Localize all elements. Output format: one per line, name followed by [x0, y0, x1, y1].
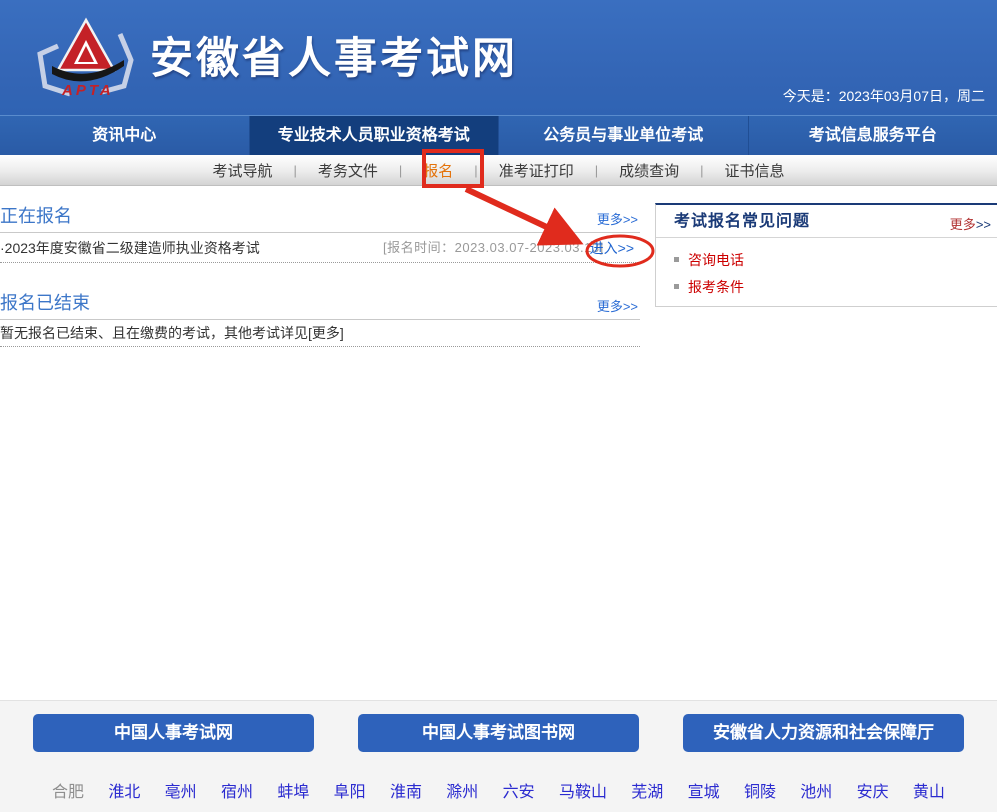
exam-list-item: ·2023年度安徽省二级建造师执业资格考试 [报名时间：2023.03.07-2… — [0, 233, 640, 263]
city-link-bengbu[interactable]: 蚌埠 — [277, 778, 309, 802]
city-link-chizhou[interactable]: 池州 — [800, 778, 832, 802]
city-link-hefei[interactable]: 合肥 — [52, 778, 84, 802]
page: APTA 安徽省人事考试网 今天是：2023年03月07日，周二 资讯中心 专业… — [0, 0, 997, 812]
exam-registration-time: [报名时间：2023.03.07-2023.03.13] — [383, 233, 604, 263]
city-link-xuancheng[interactable]: 宣城 — [688, 778, 720, 802]
svg-text:APTA: APTA — [61, 82, 114, 99]
registering-section-header: 正在报名 更多>> — [0, 201, 640, 233]
faq-item: 咨询电话 — [674, 246, 997, 273]
site-header: APTA 安徽省人事考试网 今天是：2023年03月07日，周二 — [0, 0, 997, 115]
closed-empty-text: 暂无报名已结束、且在缴费的考试，其他考试详见[更多] — [0, 320, 640, 347]
faq-panel: 考试报名常见问题 更多>> 咨询电话 报考条件 — [655, 203, 997, 307]
square-bullet-icon — [674, 257, 679, 262]
nav-item-news-center[interactable]: 资讯中心 — [0, 116, 249, 155]
registering-title: 正在报名 — [0, 201, 640, 231]
left-column: 正在报名 更多>> ·2023年度安徽省二级建造师执业资格考试 [报名时间：20… — [0, 201, 640, 347]
footer-buttons: 中国人事考试网 中国人事考试图书网 安徽省人力资源和社会保障厅 — [0, 701, 997, 752]
city-link-tongling[interactable]: 铜陵 — [744, 778, 776, 802]
city-link-suzhou[interactable]: 宿州 — [221, 778, 253, 802]
city-link-chuzhou[interactable]: 滁州 — [446, 778, 478, 802]
city-link-anqing[interactable]: 安庆 — [857, 778, 889, 802]
city-link-huaibei[interactable]: 淮北 — [108, 778, 140, 802]
closed-section-header: 报名已结束 更多>> — [0, 288, 640, 320]
site-footer: 中国人事考试网 中国人事考试图书网 安徽省人力资源和社会保障厅 合肥 淮北 亳州… — [0, 700, 997, 812]
faq-title: 考试报名常见问题 — [674, 205, 997, 238]
footer-button-china-exam-books-net[interactable]: 中国人事考试图书网 — [358, 714, 639, 752]
subnav-separator: | — [700, 163, 703, 178]
nav-item-service-platform[interactable]: 考试信息服务平台 — [748, 116, 997, 155]
city-link-huainan[interactable]: 淮南 — [390, 778, 422, 802]
nav-item-civil-servant[interactable]: 公务员与事业单位考试 — [498, 116, 748, 155]
site-logo[interactable]: APTA — [28, 10, 142, 102]
faq-more-word: 更多 — [950, 217, 976, 232]
exam-name-link[interactable]: ·2023年度安徽省二级建造师执业资格考试 — [0, 240, 260, 256]
date-text: 今天是：2023年03月07日，周二 — [783, 86, 985, 106]
subnav-exam-documents[interactable]: 考务文件 — [314, 160, 382, 181]
subnav-separator: | — [474, 163, 477, 178]
faq-more-arrows: >> — [976, 217, 991, 232]
footer-button-anhui-hr-department[interactable]: 安徽省人力资源和社会保障厅 — [683, 714, 964, 752]
main-nav: 资讯中心 专业技术人员职业资格考试 公务员与事业单位考试 考试信息服务平台 — [0, 115, 997, 155]
registering-more-link[interactable]: 更多>> — [597, 209, 638, 228]
faq-link-consultation-phone[interactable]: 咨询电话 — [688, 250, 744, 270]
footer-button-china-exam-net[interactable]: 中国人事考试网 — [33, 714, 314, 752]
city-links: 合肥 淮北 亳州 宿州 蚌埠 阜阳 淮南 滁州 六安 马鞍山 芜湖 宣城 铜陵 … — [52, 778, 945, 802]
city-link-wuhu[interactable]: 芜湖 — [631, 778, 663, 802]
subnav-certificate-info[interactable]: 证书信息 — [721, 160, 789, 181]
exam-enter-link[interactable]: 进入>> — [590, 233, 634, 263]
site-title: 安徽省人事考试网 — [150, 24, 518, 86]
apta-logo-icon: APTA — [28, 10, 142, 102]
faq-item: 报考条件 — [674, 273, 997, 300]
subnav-score-query[interactable]: 成绩查询 — [615, 160, 683, 181]
subnav-separator: | — [293, 163, 296, 178]
closed-more-link[interactable]: 更多>> — [597, 296, 638, 315]
faq-list: 咨询电话 报考条件 — [656, 238, 997, 302]
faq-header: 考试报名常见问题 更多>> — [656, 205, 997, 238]
subnav-separator: | — [399, 163, 402, 178]
nav-item-professional-qualification[interactable]: 专业技术人员职业资格考试 — [249, 116, 499, 155]
spacer — [0, 263, 640, 288]
faq-more-link[interactable]: 更多>> — [950, 214, 991, 233]
faq-link-application-conditions[interactable]: 报考条件 — [688, 277, 744, 297]
subnav-admission-ticket-print[interactable]: 准考证打印 — [495, 160, 578, 181]
city-link-huangshan[interactable]: 黄山 — [913, 778, 945, 802]
sub-nav: 考试导航 | 考务文件 | 报名 | 准考证打印 | 成绩查询 | 证书信息 — [0, 155, 997, 186]
subnav-registration[interactable]: 报名 — [419, 160, 457, 181]
subnav-separator: | — [595, 163, 598, 178]
subnav-exam-navigation[interactable]: 考试导航 — [208, 160, 276, 181]
city-link-fuyang[interactable]: 阜阳 — [334, 778, 366, 802]
closed-title: 报名已结束 — [0, 288, 640, 318]
square-bullet-icon — [674, 284, 679, 289]
city-link-bozhou[interactable]: 亳州 — [165, 778, 197, 802]
city-link-luan[interactable]: 六安 — [503, 778, 535, 802]
city-link-maanshan[interactable]: 马鞍山 — [559, 778, 607, 802]
